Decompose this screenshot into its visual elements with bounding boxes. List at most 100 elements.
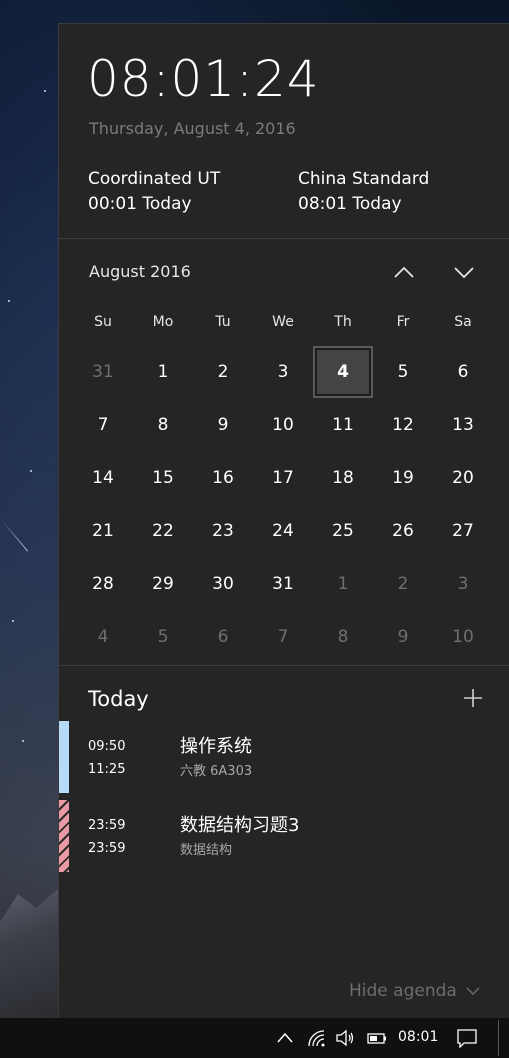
calendar-day[interactable]: 31 [253, 557, 313, 610]
timezone-name: Coordinated UT [88, 169, 221, 189]
weekday-label: Th [334, 314, 352, 330]
calendar-day-number: 9 [397, 626, 409, 647]
battery-icon [367, 1033, 386, 1044]
calendar-day-number: 17 [272, 467, 294, 488]
calendar-day[interactable]: 1 [313, 557, 373, 610]
chevron-up-icon [277, 1032, 293, 1043]
taskbar-clock[interactable]: 08:01 [398, 1029, 438, 1045]
calendar-day[interactable]: 5 [133, 610, 193, 663]
timezone-time: 08:01 Today [298, 194, 402, 214]
clock-date[interactable]: Thursday, August 4, 2016 [89, 119, 296, 138]
calendar-day-number: 5 [397, 361, 409, 382]
event-title: 数据结构习题3 [180, 815, 300, 836]
calendar-day[interactable]: 21 [73, 504, 133, 557]
next-month-button[interactable] [451, 260, 477, 284]
volume-button[interactable] [334, 1028, 356, 1048]
calendar-day[interactable]: 8 [313, 610, 373, 663]
calendar-day[interactable]: 6 [433, 345, 493, 398]
star [30, 470, 32, 472]
calendar-day[interactable]: 18 [313, 451, 373, 504]
show-desktop-button[interactable] [498, 1020, 499, 1056]
calendar-day[interactable]: 7 [73, 398, 133, 451]
calendar-day-number: 22 [152, 520, 174, 541]
calendar-day[interactable]: 10 [433, 610, 493, 663]
add-event-button[interactable] [461, 686, 485, 710]
show-hidden-icons-button[interactable] [274, 1028, 296, 1048]
calendar-day[interactable]: 11 [313, 398, 373, 451]
event-location: 六教 6A303 [180, 764, 253, 779]
previous-month-button[interactable] [391, 260, 417, 284]
calendar-day[interactable]: 19 [373, 451, 433, 504]
calendar-week-row: 4 5 6 7 8 9 10 [73, 610, 493, 663]
event-color-bar [59, 800, 69, 872]
calendar-day[interactable]: 3 [433, 557, 493, 610]
taskbar: 08:01 [0, 1018, 509, 1058]
calendar-day-number: 26 [392, 520, 414, 541]
calendar-day-number: 27 [452, 520, 474, 541]
calendar-day[interactable]: 12 [373, 398, 433, 451]
calendar-day-number: 3 [277, 361, 289, 382]
calendar-day-number: 2 [397, 573, 409, 594]
clock-calendar-flyout: 08:01:24 Thursday, August 4, 2016 Coordi… [58, 23, 509, 1018]
calendar-day[interactable]: 2 [373, 557, 433, 610]
calendar-day-number: 23 [212, 520, 234, 541]
event-end-time: 11:25 [88, 762, 126, 777]
calendar-day-selected[interactable]: 4 [313, 345, 373, 398]
event-start-time: 09:50 [88, 739, 126, 754]
wifi-icon [308, 1030, 325, 1047]
calendar-week-row: 28 29 30 31 1 2 3 [73, 557, 493, 610]
calendar-days: 31 1 2 3 4 5 6 7 8 9 10 11 12 13 14 15 16 17 18 19 20 21 22 23 2… [73, 345, 493, 663]
timezone-name: China Standard [298, 169, 430, 189]
calendar-day[interactable]: 15 [133, 451, 193, 504]
calendar-day[interactable]: 10 [253, 398, 313, 451]
plus-icon [464, 689, 482, 707]
calendar-day-number: 19 [392, 467, 414, 488]
calendar-day-number: 4 [97, 626, 109, 647]
calendar-day-number: 11 [332, 414, 354, 435]
calendar-day[interactable]: 26 [373, 504, 433, 557]
battery-button[interactable] [366, 1028, 388, 1048]
calendar-day-number: 8 [337, 626, 349, 647]
calendar-week-row: 21 22 23 24 25 26 27 [73, 504, 493, 557]
calendar-day[interactable]: 17 [253, 451, 313, 504]
calendar-day[interactable]: 1 [133, 345, 193, 398]
calendar-day-number: 30 [212, 573, 234, 594]
hide-agenda-button[interactable]: Hide agenda [349, 981, 481, 1001]
calendar-day[interactable]: 8 [133, 398, 193, 451]
calendar-day[interactable]: 14 [73, 451, 133, 504]
calendar-day[interactable]: 23 [193, 504, 253, 557]
agenda-event[interactable]: 23:59 23:59 数据结构习题3 数据结构 [59, 800, 509, 872]
calendar-day[interactable]: 22 [133, 504, 193, 557]
calendar-day-number: 2 [217, 361, 229, 382]
calendar-day-number: 8 [157, 414, 169, 435]
calendar-month-label[interactable]: August 2016 [89, 262, 191, 281]
chevron-down-icon [454, 267, 474, 279]
calendar-day[interactable]: 25 [313, 504, 373, 557]
calendar-day[interactable]: 16 [193, 451, 253, 504]
calendar-day[interactable]: 5 [373, 345, 433, 398]
calendar-day[interactable]: 2 [193, 345, 253, 398]
calendar-day[interactable]: 29 [133, 557, 193, 610]
calendar-day-number: 31 [272, 573, 294, 594]
calendar-day-number: 15 [152, 467, 174, 488]
event-location: 数据结构 [180, 843, 233, 858]
agenda-event[interactable]: 09:50 11:25 操作系统 六教 6A303 [59, 721, 509, 793]
calendar-day[interactable]: 27 [433, 504, 493, 557]
action-center-button[interactable] [456, 1028, 478, 1049]
weekday-label: Mo [152, 314, 174, 330]
calendar-day[interactable]: 24 [253, 504, 313, 557]
calendar-day[interactable]: 3 [253, 345, 313, 398]
calendar-day[interactable]: 13 [433, 398, 493, 451]
calendar-day[interactable]: 9 [373, 610, 433, 663]
mountain [0, 887, 60, 1020]
network-button[interactable] [306, 1028, 328, 1048]
calendar-day[interactable]: 4 [73, 610, 133, 663]
calendar-day[interactable]: 20 [433, 451, 493, 504]
calendar-day-number: 5 [157, 626, 169, 647]
calendar-day[interactable]: 7 [253, 610, 313, 663]
calendar-day[interactable]: 6 [193, 610, 253, 663]
calendar-day[interactable]: 28 [73, 557, 133, 610]
calendar-day[interactable]: 30 [193, 557, 253, 610]
calendar-day[interactable]: 31 [73, 345, 133, 398]
calendar-day[interactable]: 9 [193, 398, 253, 451]
